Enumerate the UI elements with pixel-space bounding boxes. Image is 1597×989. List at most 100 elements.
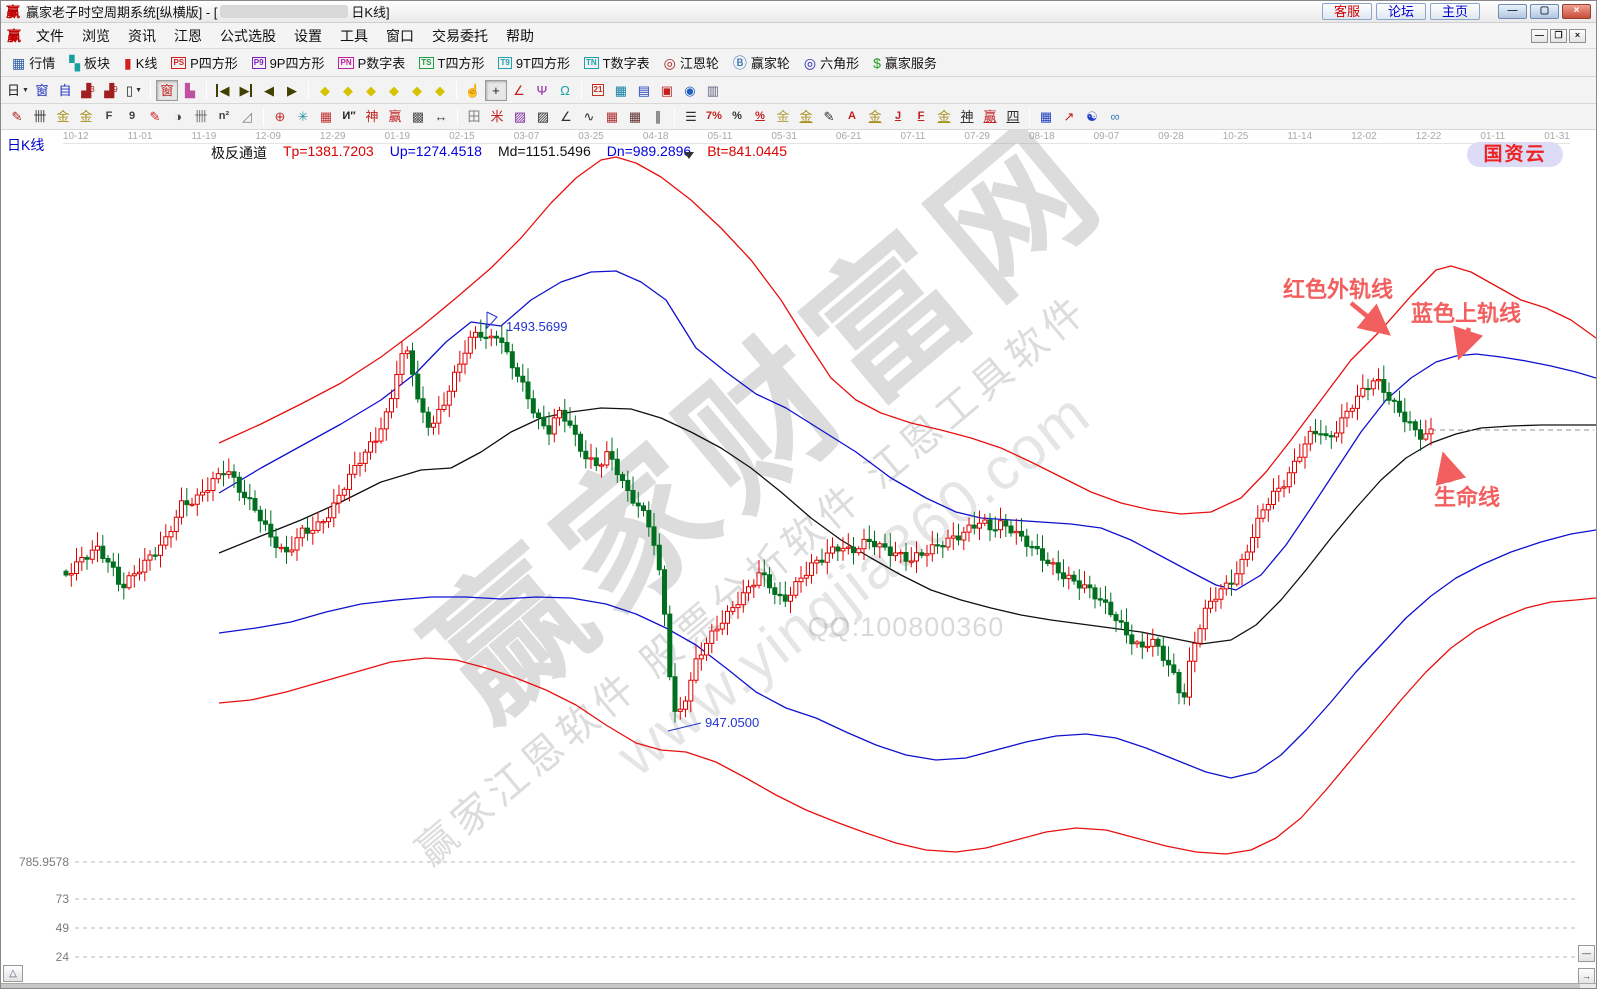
gold-level-button[interactable]: 金 xyxy=(795,106,817,127)
grid-config-button[interactable]: ▦ xyxy=(1035,106,1057,127)
gold-time-grid2-button[interactable]: 金 xyxy=(75,106,97,127)
restore-button[interactable]: ▢ xyxy=(1530,4,1559,19)
dark-grid-button[interactable]: ▦ xyxy=(624,106,646,127)
f-angle-button[interactable]: F xyxy=(910,106,932,127)
sector-blocks-button[interactable]: ▚板块 xyxy=(63,51,116,74)
compass-rose-button[interactable]: ✳ xyxy=(292,106,314,127)
candle-style-dropdown[interactable]: ▯▼ xyxy=(123,80,145,101)
pan-hand-button[interactable]: ☝ xyxy=(462,80,484,101)
p-number-table-button[interactable]: PNP数字表 xyxy=(332,51,411,74)
infinity-button[interactable]: ∞ xyxy=(1104,106,1126,127)
expand-panel-button[interactable]: △ xyxy=(3,965,23,982)
menu-file[interactable]: 文件 xyxy=(27,24,73,48)
red-grid-button[interactable]: ▦ xyxy=(601,106,623,127)
menu-tools[interactable]: 工具 xyxy=(331,24,377,48)
fib-time-grid-button[interactable]: F xyxy=(98,106,120,127)
bars-9-button[interactable]: ▟9 xyxy=(100,80,122,101)
t-number-table-button[interactable]: TNT数字表 xyxy=(578,51,656,74)
percent-level-button[interactable]: % xyxy=(749,106,771,127)
gann-window-button[interactable]: 窗 xyxy=(156,80,178,101)
home-link[interactable]: 主页 xyxy=(1430,3,1480,20)
percent-retrace-button[interactable]: 7% xyxy=(703,106,725,127)
t-square-button[interactable]: TST四方形 xyxy=(413,51,490,74)
self-info-button[interactable]: 自 xyxy=(54,80,76,101)
gann-fan-button[interactable]: 米 xyxy=(486,106,508,127)
memo-button[interactable]: ▤ xyxy=(633,80,655,101)
market-quotes-button[interactable]: ▦行情 xyxy=(6,51,61,74)
shen-grid-button[interactable]: 神 xyxy=(361,106,383,127)
scrollbar-thumb[interactable] xyxy=(1,984,1580,989)
zigzag-wave-button[interactable]: ∿ xyxy=(578,106,600,127)
menu-browse[interactable]: 浏览 xyxy=(73,24,119,48)
matrix-grid-button[interactable]: ▩ xyxy=(407,106,429,127)
next-bar-button[interactable]: ▶ xyxy=(281,80,303,101)
time-circle-button[interactable]: ◑ xyxy=(167,106,189,127)
save-button[interactable]: ▣ xyxy=(656,80,678,101)
ying-angle-button[interactable]: 赢 xyxy=(979,106,1001,127)
crosshair-button[interactable]: + xyxy=(485,80,507,101)
n-square-button[interactable]: n² xyxy=(213,106,235,127)
go-first-button[interactable]: ◀ xyxy=(212,80,234,101)
horizontal-scrollbar[interactable] xyxy=(1,983,1596,989)
taiji-button[interactable]: ☯ xyxy=(1081,106,1103,127)
span-arrows-button[interactable]: ↔ xyxy=(430,106,452,127)
hexagon-button[interactable]: ◎六角形 xyxy=(798,51,865,74)
close-button[interactable]: × xyxy=(1562,4,1591,19)
gold-angle-button[interactable]: 金 xyxy=(864,106,886,127)
color-volume-button[interactable]: ▙ xyxy=(179,80,201,101)
shen-angle-button[interactable]: 神 xyxy=(956,106,978,127)
angle-line-button[interactable]: ∠ xyxy=(508,80,530,101)
menu-help[interactable]: 帮助 xyxy=(497,24,543,48)
kline-button[interactable]: ▮K线 xyxy=(118,51,163,74)
gann-fork-button[interactable]: Ψ xyxy=(531,80,553,101)
menu-trade-order[interactable]: 交易委托 xyxy=(423,24,497,48)
fan-square-button[interactable]: ▨ xyxy=(509,106,531,127)
period-day-dropdown[interactable]: 日▼ xyxy=(6,80,30,101)
price-ruler-button[interactable]: ☰ xyxy=(680,106,702,127)
winner-service-button[interactable]: $赢家服务 xyxy=(867,51,943,74)
flag-pen-button[interactable]: ✎ xyxy=(818,106,840,127)
diamond-right-button[interactable]: ◆ xyxy=(337,80,359,101)
save-web-button[interactable]: ◉ xyxy=(679,80,701,101)
abc-wave-button[interactable]: A xyxy=(841,106,863,127)
percent-button[interactable]: % xyxy=(726,106,748,127)
price-box-button[interactable]: 田 xyxy=(463,106,485,127)
forum-link[interactable]: 论坛 xyxy=(1376,3,1426,20)
prev-bar-button[interactable]: ◀ xyxy=(258,80,280,101)
regression-button[interactable]: ↗ xyxy=(1058,106,1080,127)
gold-time-grid-button[interactable]: 金 xyxy=(52,106,74,127)
menu-formula-picker[interactable]: 公式选股 xyxy=(211,24,285,48)
si-angle-button[interactable]: 四 xyxy=(1002,106,1024,127)
p-square-button[interactable]: PSP四方形 xyxy=(165,51,243,74)
diamond-cross-button[interactable]: ◆ xyxy=(429,80,451,101)
calendar-button[interactable]: 21 xyxy=(587,80,609,101)
minimize-button[interactable]: — xyxy=(1498,4,1527,19)
nine-p-square-button[interactable]: P99P四方形 xyxy=(246,51,331,74)
nine-t-square-button[interactable]: T99T四方形 xyxy=(492,51,576,74)
child-restore-button[interactable]: ❐ xyxy=(1550,29,1567,43)
square-target-button[interactable]: ▦ xyxy=(315,106,337,127)
menu-gann[interactable]: 江恩 xyxy=(165,24,211,48)
print-button[interactable]: ▥ xyxy=(702,80,724,101)
trend-angle-button[interactable]: ∠ xyxy=(555,106,577,127)
bars-3-button[interactable]: ▟3 xyxy=(77,80,99,101)
calculator-button[interactable]: ▦ xyxy=(610,80,632,101)
dense-time-grid-button[interactable]: 卌 xyxy=(190,106,212,127)
j-angle-button[interactable]: J xyxy=(887,106,909,127)
window-layout-button[interactable]: 窗 xyxy=(31,80,53,101)
diamond-left-button[interactable]: ◆ xyxy=(314,80,336,101)
menu-settings[interactable]: 设置 xyxy=(285,24,331,48)
circle-cross-button[interactable]: ⊕ xyxy=(269,106,291,127)
draw-knife-button[interactable]: ✎ xyxy=(6,106,28,127)
angle-ruler-button[interactable]: ◿ xyxy=(236,106,258,127)
child-close-button[interactable]: × xyxy=(1569,29,1586,43)
go-last-button[interactable]: ▶ xyxy=(235,80,257,101)
menu-window[interactable]: 窗口 xyxy=(377,24,423,48)
time-grid-button[interactable]: 卌 xyxy=(29,106,51,127)
gold-ring-button[interactable]: 金 xyxy=(772,106,794,127)
service-link[interactable]: 客服 xyxy=(1322,3,1372,20)
winner-wheel-button[interactable]: Ⓑ赢家轮 xyxy=(727,51,796,74)
ying-grid-button[interactable]: 赢 xyxy=(384,106,406,127)
gann-wheel-button[interactable]: ◎江恩轮 xyxy=(658,51,725,74)
candlestick-chart-canvas[interactable]: 赢家财富网赢家江恩软件 股票分析软件 江恩工具软件www.yingjia360.… xyxy=(1,130,1597,989)
